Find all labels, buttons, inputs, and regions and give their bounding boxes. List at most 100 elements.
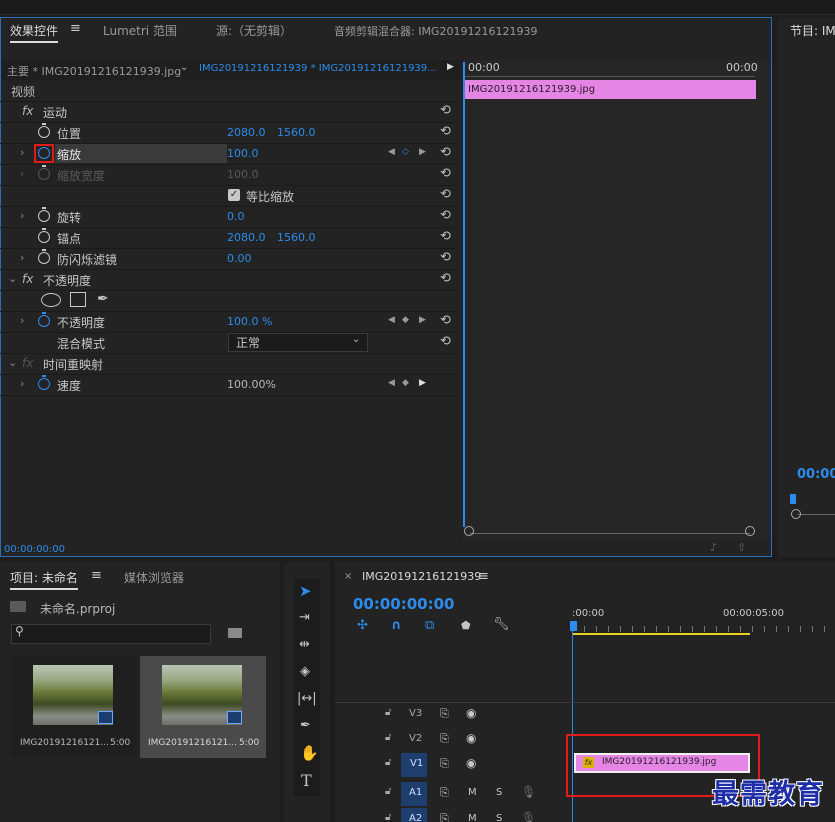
add-keyframe-icon[interactable]: ◆ xyxy=(402,315,409,325)
mute-button[interactable]: M xyxy=(468,813,477,822)
timeline-playhead-handle[interactable] xyxy=(570,621,577,631)
add-keyframe-icon[interactable]: ◆ xyxy=(402,378,409,388)
lock-icon[interactable]: 🔓︎ xyxy=(385,757,391,768)
track-name[interactable]: A1 xyxy=(409,787,422,798)
lock-icon[interactable]: 🔓︎ xyxy=(385,707,391,718)
reset-icon[interactable]: ⟲ xyxy=(440,124,451,139)
reset-icon[interactable]: ⟲ xyxy=(440,334,451,349)
next-keyframe-icon[interactable]: ▶ xyxy=(419,147,426,157)
track-name[interactable]: A2 xyxy=(409,813,422,822)
next-keyframe-icon[interactable]: ▶ xyxy=(419,315,426,325)
project-item-card[interactable]: IMG20191216121... 5:00 xyxy=(11,656,137,758)
track-name[interactable]: V2 xyxy=(409,733,422,744)
flicker-row[interactable]: › 防闪烁滤镜 0.00 ⟲ xyxy=(0,248,458,270)
track-name[interactable]: V1 xyxy=(410,758,423,769)
project-item-card[interactable]: IMG20191216121... 5:00 xyxy=(140,656,266,758)
reset-icon[interactable]: ⟲ xyxy=(440,271,451,286)
checkbox-checked-icon[interactable]: ✓ xyxy=(228,189,240,201)
effect-playhead[interactable] xyxy=(463,62,465,527)
reset-icon[interactable]: ⟲ xyxy=(440,187,451,202)
chevron-down-icon[interactable]: ⌄ xyxy=(180,62,188,73)
speed-value[interactable]: 100.00% xyxy=(227,378,276,391)
chevron-right-icon[interactable]: › xyxy=(20,209,24,222)
opacity-section-row[interactable]: ⌄ fx 不透明度 ⟲ xyxy=(0,269,458,291)
scroll-handle-right[interactable] xyxy=(745,526,755,536)
program-playhead-marker[interactable] xyxy=(790,494,796,504)
tab-program[interactable]: 节目: IMG xyxy=(790,22,835,39)
chevron-right-icon[interactable]: › xyxy=(20,377,24,390)
slip-icon[interactable]: |↔| xyxy=(297,691,317,706)
timeline-timecode[interactable]: 00:00:00:00 xyxy=(353,595,455,613)
reset-icon[interactable]: ⟲ xyxy=(440,250,451,265)
search-input[interactable] xyxy=(11,624,211,644)
stopwatch-icon[interactable] xyxy=(38,249,50,264)
lock-icon[interactable]: 🔓︎ xyxy=(385,732,391,743)
new-bin-icon[interactable] xyxy=(228,628,242,638)
chevron-right-icon[interactable]: › xyxy=(20,314,24,327)
stopwatch-icon[interactable] xyxy=(38,375,50,390)
hamburger-icon[interactable]: ≡ xyxy=(70,21,81,36)
work-area-bar[interactable] xyxy=(572,633,750,635)
audio-scrub-icon[interactable]: ♪ xyxy=(710,541,717,554)
reset-icon[interactable]: ⟲ xyxy=(440,103,451,118)
chevron-right-icon[interactable]: › xyxy=(20,146,24,159)
close-icon[interactable]: × xyxy=(344,571,352,582)
sync-lock-icon[interactable]: ⎘ xyxy=(440,757,449,771)
nest-toggle-icon[interactable]: ✣ xyxy=(357,618,368,633)
reset-icon[interactable]: ⟲ xyxy=(440,313,451,328)
razor-icon[interactable]: ◈ xyxy=(300,664,310,679)
pen-icon[interactable]: ✒ xyxy=(300,718,311,733)
sequence-clip-selector[interactable]: IMG20191216121939 * IMG20191216121939... xyxy=(199,63,437,74)
export-frame-icon[interactable]: ⇧ xyxy=(737,541,746,554)
play-only-icon[interactable]: ▶ xyxy=(447,62,454,72)
blend-mode-row[interactable]: 混合模式 正常 ⌄ ⟲ xyxy=(0,332,458,354)
stopwatch-icon[interactable] xyxy=(38,123,50,138)
reset-icon[interactable]: ⟲ xyxy=(440,208,451,223)
opacity-value[interactable]: 100.0 % xyxy=(227,315,272,328)
scale-row[interactable]: › 缩放 100.0 ◀ ◇ ▶ ⟲ xyxy=(0,143,458,165)
anchor-row[interactable]: 锚点 2080.0 1560.0 ⟲ xyxy=(0,227,458,249)
add-marker-icon[interactable]: ⬟ xyxy=(461,619,471,632)
scroll-handle-left[interactable] xyxy=(791,509,801,519)
position-y-value[interactable]: 1560.0 xyxy=(277,126,316,139)
type-icon[interactable]: T xyxy=(301,771,312,790)
lock-icon[interactable]: 🔓︎ xyxy=(385,786,391,797)
solo-button[interactable]: S xyxy=(496,813,502,822)
stopwatch-icon[interactable] xyxy=(38,312,50,327)
mute-button[interactable]: M xyxy=(468,787,477,798)
reset-icon[interactable]: ⟲ xyxy=(440,166,451,181)
program-timecode[interactable]: 00:00: xyxy=(797,467,835,482)
hamburger-icon[interactable]: ≡ xyxy=(478,569,489,584)
speed-row[interactable]: › 速度 100.00% ◀ ◆ ▶ xyxy=(0,374,458,396)
motion-row[interactable]: fx 运动 ⟲ xyxy=(0,101,458,123)
program-scrollbar[interactable] xyxy=(797,514,835,515)
eye-icon[interactable]: ◉ xyxy=(466,731,476,745)
hamburger-icon[interactable]: ≡ xyxy=(91,568,102,583)
tab-project[interactable]: 项目: 未命名 xyxy=(10,569,78,590)
chevron-down-icon[interactable]: ⌄ xyxy=(352,334,360,345)
tab-sequence[interactable]: IMG20191216121939 xyxy=(362,570,481,583)
microphone-icon[interactable]: 🎙︎ xyxy=(521,811,536,822)
anchor-x-value[interactable]: 2080.0 xyxy=(227,231,266,244)
rotation-value[interactable]: 0.0 xyxy=(227,210,245,223)
scale-value[interactable]: 100.0 xyxy=(227,147,259,160)
add-keyframe-icon[interactable]: ◇ xyxy=(402,147,409,157)
position-x-value[interactable]: 2080.0 xyxy=(227,126,266,139)
prev-keyframe-icon[interactable]: ◀ xyxy=(388,378,395,388)
ellipse-mask-icon[interactable] xyxy=(41,293,61,307)
rectangle-mask-icon[interactable] xyxy=(70,292,86,307)
sync-lock-icon[interactable]: ⎘ xyxy=(440,732,449,746)
wrench-icon[interactable]: 🔧︎ xyxy=(493,617,510,632)
stopwatch-icon[interactable] xyxy=(38,228,50,243)
selection-tool-icon[interactable]: ➤ xyxy=(299,582,312,600)
anchor-y-value[interactable]: 1560.0 xyxy=(277,231,316,244)
snap-icon[interactable]: ∩ xyxy=(391,618,402,633)
linked-selection-icon[interactable]: ⧉ xyxy=(425,618,434,633)
chevron-down-icon[interactable]: ⌄ xyxy=(8,272,17,285)
effect-controls-timecode[interactable]: 00:00:00:00 xyxy=(4,544,65,555)
track-name[interactable]: V3 xyxy=(409,708,422,719)
microphone-icon[interactable]: 🎙︎ xyxy=(521,785,536,799)
tab-audio-clip-mixer[interactable]: 音频剪辑混合器: IMG20191216121939 xyxy=(334,23,537,39)
solo-button[interactable]: S xyxy=(496,787,502,798)
stopwatch-icon[interactable] xyxy=(38,207,50,222)
